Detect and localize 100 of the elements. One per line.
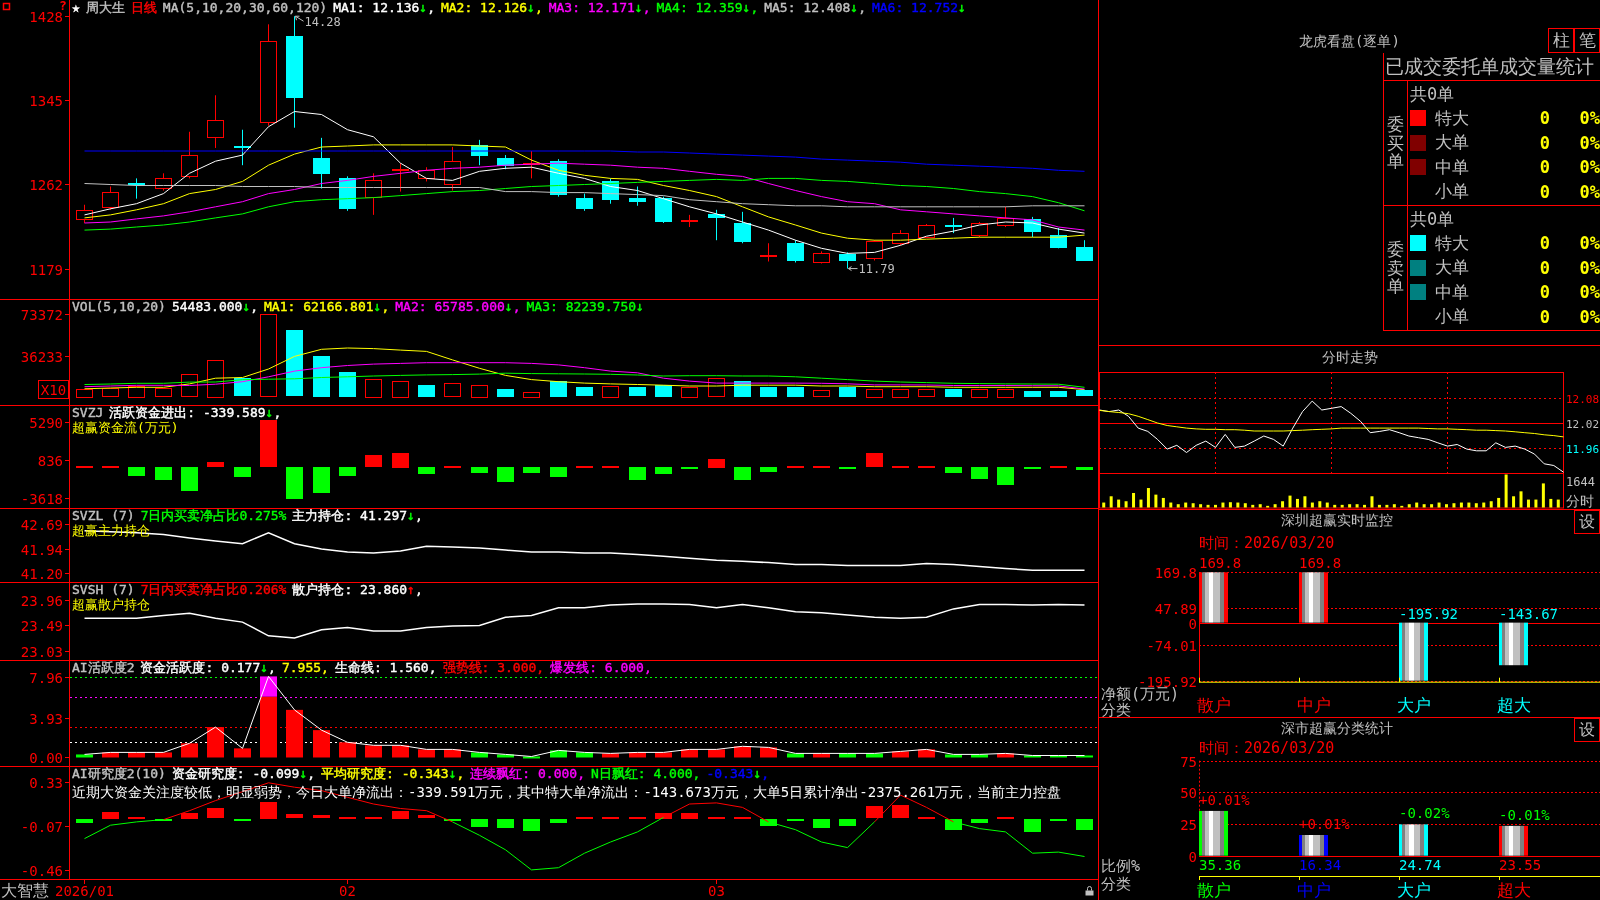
order-share: 0% (1579, 257, 1600, 278)
axis-label: 0 (1188, 848, 1197, 865)
legend-text: MA3: 82239.750↓ (526, 300, 644, 313)
candle (918, 223, 935, 239)
square-icon (2, 2, 11, 11)
axis-label: 0.33 (29, 774, 63, 791)
legend-text: MA2: 65785.000↓, (395, 300, 521, 313)
axis-title: 比例% (1101, 857, 1141, 875)
data-label: 169.8 (1299, 555, 1342, 572)
axis-label: 5290 (29, 414, 63, 431)
category-label: 大户 (1396, 880, 1431, 900)
annotation: 11.79 (858, 261, 895, 276)
legend-text: -0.343↓, (706, 767, 770, 780)
axis-label: 1345 (29, 92, 63, 109)
change-label: +0.01% (1199, 791, 1250, 808)
legend-text: 活跃资金进出: -339.589↓, (109, 406, 282, 419)
change-label: -0.02% (1399, 805, 1450, 822)
axis-label: 41.20 (20, 565, 63, 582)
candle (760, 242, 777, 262)
view-toggle-button[interactable]: 柱 (1548, 28, 1574, 53)
axis-label: 1179 (29, 261, 63, 278)
axis-label: 23.96 (20, 592, 63, 609)
candle (997, 206, 1014, 228)
data-label: -195.92 (1399, 605, 1458, 622)
order-size-label: 中单 (1435, 280, 1469, 304)
data-label: 16.34 (1299, 857, 1342, 873)
legend-text: MA6: 12.752↓ (871, 1, 966, 14)
candle (313, 137, 330, 189)
order-count: 0 (1539, 181, 1550, 202)
legend-text: 爆发线: 6.000, (550, 661, 652, 674)
legend-text: 强势线: 3.000, (442, 661, 545, 674)
annotation: 14.28 (304, 15, 341, 30)
candle (945, 217, 962, 234)
order-share: 0% (1579, 157, 1600, 178)
axis-label: 02 (339, 883, 356, 899)
order-count: 0 (1539, 108, 1550, 129)
axis-label: 23.03 (20, 643, 63, 660)
legend-text: SVZJ (72, 406, 104, 419)
order-count: 0 (1539, 257, 1550, 278)
axis-label: 36233 (20, 348, 63, 365)
panel-title: 深圳超赢实时监控 (1280, 511, 1393, 528)
category-label: 散户 (1196, 695, 1231, 715)
candle (655, 196, 672, 224)
candle (813, 250, 830, 265)
legend-text: 资金活跃度: 0.177↓, (140, 661, 276, 674)
axis-title: 分时 (1566, 493, 1594, 509)
candle (734, 211, 751, 244)
candle (708, 209, 725, 241)
brand-label: 大智慧 (1, 881, 49, 900)
legend-text: MA(5,10,20,30,60,120) (162, 1, 328, 14)
peak-volume-label: 1644 (1566, 475, 1595, 489)
candle (128, 177, 145, 200)
table-title: 已成交委托单成交量统计 (1384, 53, 1600, 81)
settings-button[interactable]: 设 (1574, 510, 1600, 534)
candle (1050, 227, 1067, 249)
axis-label: 23.49 (20, 617, 63, 634)
order-count: 0 (1539, 306, 1550, 327)
order-share: 0% (1579, 306, 1600, 327)
candle (787, 239, 804, 263)
axis-title: 分类 (1101, 875, 1131, 893)
order-share: 0% (1579, 108, 1600, 129)
candle (1024, 216, 1041, 238)
axis-label: 73372 (20, 306, 63, 323)
axis-label: 0 (1188, 615, 1197, 632)
candle (76, 204, 93, 224)
category-label: 超大 (1496, 880, 1531, 900)
chart-subtitle: 时间：2026/03/20 (1199, 740, 1335, 756)
change-label: -0.01% (1499, 806, 1550, 823)
candle (339, 175, 356, 212)
candle (839, 251, 856, 270)
axis-label: 47.89 (1154, 600, 1197, 617)
axis-label: -0.07 (20, 818, 63, 835)
axis-label: -3618 (20, 490, 63, 507)
data-label: 35.36 (1199, 857, 1242, 873)
indicator-title: 超赢散户持仓 (72, 597, 150, 612)
view-toggle-button[interactable]: 笔 (1574, 28, 1600, 53)
category-label: 散户 (1196, 880, 1231, 900)
lock-icon[interactable] (1085, 886, 1094, 896)
axis-label: 75 (1180, 755, 1197, 770)
order-share: 0% (1579, 233, 1600, 254)
legend-text: 7日内买卖净占比0.275% (140, 509, 287, 522)
legend-text: 7日内买卖净占比0.206% (140, 583, 287, 596)
legend-text: N日飘红: 4.000, (591, 767, 701, 780)
help-mark[interactable]: ? (59, 0, 67, 13)
axis-title: 净额(万元) (1101, 685, 1180, 703)
legend-text: 资金研究度: -0.099↓, (171, 767, 316, 780)
legend-text: SVSH (7) (72, 583, 135, 596)
total-count: 共0单 (1409, 83, 1455, 106)
axis-label: 42.69 (20, 516, 63, 533)
axis-title: 分类 (1101, 701, 1131, 717)
category-label: 中户 (1296, 695, 1331, 715)
settings-button[interactable]: 设 (1574, 718, 1600, 742)
total-count: 共0单 (1409, 208, 1455, 231)
legend-text: 生命线: 1.560, (334, 661, 437, 674)
candle (471, 139, 488, 166)
chart-subtitle: 时间：2026/03/20 (1199, 535, 1335, 551)
category-label: 超大 (1496, 695, 1531, 715)
candle (866, 239, 883, 261)
data-label: 23.55 (1499, 857, 1542, 873)
candle (207, 94, 224, 149)
